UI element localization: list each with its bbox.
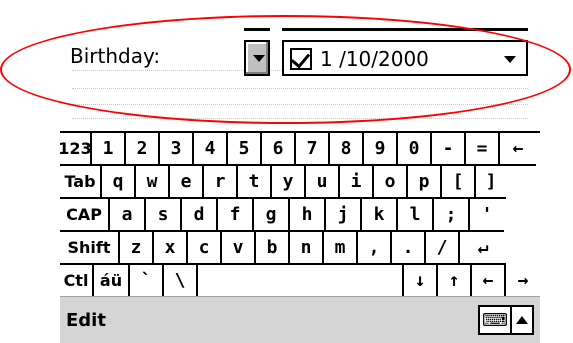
field-dropdown-button[interactable] (244, 40, 270, 76)
key-t[interactable]: t (238, 166, 272, 199)
keyboard-row-2: Tab q w e r t y u i o p [ ] (60, 166, 540, 199)
key-q[interactable]: q (102, 166, 136, 199)
key-g[interactable]: g (254, 199, 290, 232)
key-left-bracket[interactable]: [ (442, 166, 476, 199)
form-area: Birthday: 1 /10/2000 (60, 0, 540, 130)
keyboard-row-5: Ctl áü ` \ ↓ ↑ ← → (60, 265, 540, 298)
key-y[interactable]: y (272, 166, 306, 199)
key-r[interactable]: r (204, 166, 238, 199)
key-p[interactable]: p (408, 166, 442, 199)
key-right-bracket[interactable]: ] (476, 166, 506, 199)
input-panel-button[interactable]: ⌨ (478, 305, 512, 335)
key-up-arrow[interactable]: ↑ (438, 265, 472, 298)
key-e[interactable]: e (170, 166, 204, 199)
key-9[interactable]: 9 (364, 133, 398, 166)
key-h[interactable]: h (290, 199, 326, 232)
key-semicolon[interactable]: ; (434, 199, 470, 232)
key-w[interactable]: w (136, 166, 170, 199)
key-k[interactable]: k (362, 199, 398, 232)
key-o[interactable]: o (374, 166, 408, 199)
key-slash[interactable]: / (426, 232, 460, 265)
key-n[interactable]: n (290, 232, 324, 265)
key-7[interactable]: 7 (296, 133, 330, 166)
key-c[interactable]: c (188, 232, 222, 265)
dotted-line (72, 118, 528, 119)
keyboard-row-4: Shift z x c v b n m , . / ↵ (60, 232, 540, 265)
key-j[interactable]: j (326, 199, 362, 232)
key-comma[interactable]: , (358, 232, 392, 265)
key-period[interactable]: . (392, 232, 426, 265)
key-6[interactable]: 6 (262, 133, 296, 166)
key-v[interactable]: v (222, 232, 256, 265)
key-backspace[interactable]: ← (500, 133, 536, 166)
key-i[interactable]: i (340, 166, 374, 199)
chevron-down-icon[interactable] (504, 56, 516, 63)
date-value: 1 /10/2000 (320, 47, 429, 71)
dotted-line (72, 104, 528, 105)
key-backslash[interactable]: \ (164, 265, 198, 298)
key-l[interactable]: l (398, 199, 434, 232)
key-down-arrow[interactable]: ↓ (404, 265, 438, 298)
date-checkbox[interactable] (290, 48, 312, 70)
chevron-down-icon (253, 55, 265, 62)
key-caps[interactable]: CAP (60, 199, 110, 232)
edit-menu[interactable]: Edit (66, 310, 106, 331)
key-4[interactable]: 4 (194, 133, 228, 166)
keyboard-row-3: CAP a s d f g h j k l ; ' (60, 199, 540, 232)
key-1[interactable]: 1 (92, 133, 126, 166)
keyboard-icon: ⌨ (482, 309, 508, 331)
key-0[interactable]: 0 (398, 133, 432, 166)
menu-bar: Edit ⌨ (60, 296, 540, 343)
input-selector-button[interactable] (512, 305, 534, 335)
key-8[interactable]: 8 (330, 133, 364, 166)
key-u[interactable]: u (306, 166, 340, 199)
key-f[interactable]: f (218, 199, 254, 232)
screen: Birthday: 1 /10/2000 123 1 2 3 4 5 6 7 8… (58, 0, 540, 343)
key-right-arrow[interactable]: → (506, 265, 540, 298)
key-space[interactable] (198, 265, 404, 298)
key-left-arrow[interactable]: ← (472, 265, 506, 298)
key-equals[interactable]: = (466, 133, 500, 166)
key-s[interactable]: s (146, 199, 182, 232)
key-shift[interactable]: Shift (60, 232, 120, 265)
key-tab[interactable]: Tab (60, 166, 102, 199)
key-d[interactable]: d (182, 199, 218, 232)
dotted-line (72, 88, 528, 89)
chevron-up-icon (516, 316, 528, 324)
key-a[interactable]: a (110, 199, 146, 232)
birthday-label: Birthday: (70, 44, 161, 68)
key-minus[interactable]: - (432, 133, 466, 166)
key-enter[interactable]: ↵ (460, 232, 506, 265)
key-x[interactable]: x (154, 232, 188, 265)
key-2[interactable]: 2 (126, 133, 160, 166)
control-top-bar (244, 28, 270, 31)
key-z[interactable]: z (120, 232, 154, 265)
key-123[interactable]: 123 (58, 133, 92, 166)
key-5[interactable]: 5 (228, 133, 262, 166)
control-top-bar (282, 28, 528, 31)
key-b[interactable]: b (256, 232, 290, 265)
key-m[interactable]: m (324, 232, 358, 265)
key-quote[interactable]: ' (470, 199, 504, 232)
key-ctl[interactable]: Ctl (60, 265, 94, 298)
date-picker[interactable]: 1 /10/2000 (282, 40, 528, 76)
key-backtick[interactable]: ` (130, 265, 164, 298)
key-intl[interactable]: áü (94, 265, 130, 298)
keyboard-row-1: 123 1 2 3 4 5 6 7 8 9 0 - = ← (58, 133, 540, 166)
soft-keyboard: 123 1 2 3 4 5 6 7 8 9 0 - = ← Tab q w e … (58, 131, 540, 298)
key-3[interactable]: 3 (160, 133, 194, 166)
check-icon (290, 48, 311, 69)
